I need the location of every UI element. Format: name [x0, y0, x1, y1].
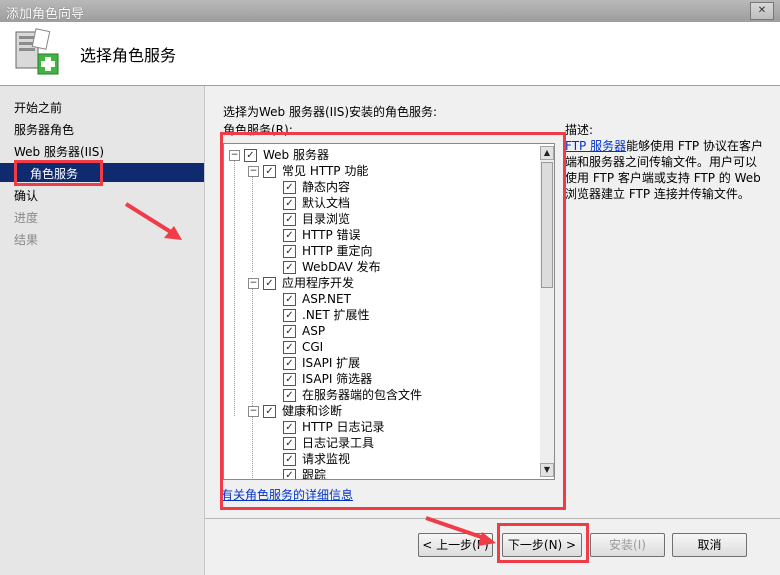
instruction-text: 选择为Web 服务器(IIS)安装的角色服务:: [223, 105, 438, 119]
description-label: 描述:: [565, 123, 594, 137]
server-add-role-icon: [15, 28, 59, 75]
nav-item-server-roles[interactable]: 服务器角色: [14, 121, 74, 138]
page-title: 选择角色服务: [80, 46, 177, 65]
highlight-box-role-services: [14, 160, 103, 186]
annotation-arrow-icon: [124, 202, 182, 240]
add-roles-wizard-window: 添加角色向导 ✕ 选择角色服务 开始之前 服务器角色 Web 服务器(IIS) …: [0, 0, 780, 575]
nav-item-results: 结果: [14, 233, 39, 247]
annotation-arrow-icon: [425, 516, 496, 546]
nav-item-web-server-iis[interactable]: Web 服务器(IIS): [14, 143, 104, 160]
nav-item-progress: 进度: [14, 211, 39, 225]
close-button[interactable]: ✕: [750, 2, 774, 20]
nav-item-confirmation[interactable]: 确认: [14, 187, 38, 204]
wizard-header: 选择角色服务: [0, 22, 780, 86]
ftp-server-link[interactable]: FTP 服务器: [565, 139, 626, 153]
highlight-box-services-tree: [220, 132, 566, 510]
nav-item-before-you-begin[interactable]: 开始之前: [14, 99, 62, 116]
title-bar: 添加角色向导 ✕: [0, 0, 780, 22]
cancel-button[interactable]: 取消: [672, 533, 747, 557]
description-panel: FTP 服务器能够使用 FTP 协议在客户端和服务器之间传输文件。用户可以使用 …: [565, 138, 765, 202]
highlight-box-next-button: [497, 523, 589, 563]
window-title: 添加角色向导: [6, 7, 85, 22]
install-button: 安装(I): [590, 533, 665, 557]
